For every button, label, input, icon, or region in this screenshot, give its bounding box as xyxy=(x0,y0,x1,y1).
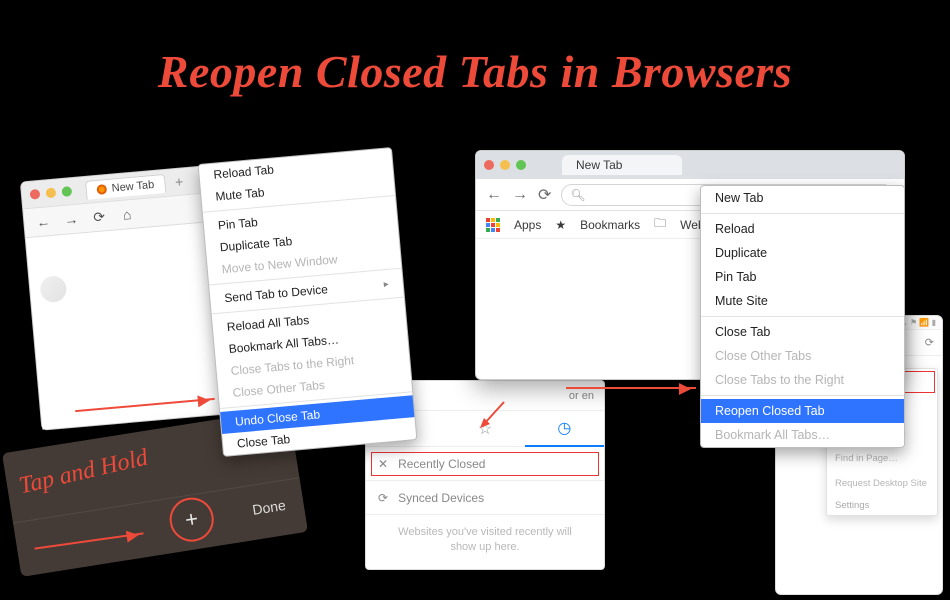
reload-icon[interactable]: ⟳ xyxy=(925,336,934,349)
synced-devices-label: Synced Devices xyxy=(398,491,484,505)
menu-pin-tab[interactable]: Pin Tab xyxy=(701,265,904,289)
star-icon: ★ xyxy=(555,218,566,232)
menu-reopen-closed-tab[interactable]: Reopen Closed Tab xyxy=(701,399,904,423)
sync-icon: ⟳ xyxy=(378,491,388,505)
search-icon: 🔍︎ xyxy=(570,188,585,202)
firefox-tab-label: New Tab xyxy=(111,178,154,194)
highlight-arrow-icon xyxy=(566,387,696,389)
menu-bookmark-all: Bookmark All Tabs… xyxy=(701,423,904,447)
menu-close-tab[interactable]: Close Tab xyxy=(701,320,904,344)
menu-mute-site[interactable]: Mute Site xyxy=(701,289,904,313)
window-minimize-icon[interactable] xyxy=(45,188,56,199)
menu-settings[interactable]: Settings xyxy=(827,496,937,515)
menu-find-in-page[interactable]: Find in Page… xyxy=(827,446,937,471)
bookmarks-label[interactable]: Bookmarks xyxy=(580,218,640,232)
folder-icon: 🗀 xyxy=(654,214,666,235)
page-title: Reopen Closed Tabs in Browsers xyxy=(0,45,950,98)
done-button[interactable]: Done xyxy=(251,496,287,517)
reload-icon[interactable]: ⟳ xyxy=(89,208,108,227)
window-zoom-icon[interactable] xyxy=(61,186,72,197)
chrome-tabstrip: New Tab xyxy=(476,151,904,179)
recently-closed-label: Recently Closed xyxy=(398,457,485,471)
history-clock-icon[interactable]: ◷ xyxy=(525,411,604,447)
recently-closed-row[interactable]: ✕ Recently Closed xyxy=(366,447,604,481)
synced-devices-row[interactable]: ⟳ Synced Devices xyxy=(366,481,604,515)
chrome-context-menu: New Tab Reload Duplicate Pin Tab Mute Si… xyxy=(700,185,905,448)
window-minimize-icon[interactable] xyxy=(500,160,510,170)
back-icon[interactable]: ← xyxy=(486,186,502,204)
window-close-icon[interactable] xyxy=(30,189,41,200)
menu-separator xyxy=(701,395,904,396)
highlight-arrow-icon xyxy=(476,398,508,430)
menu-separator xyxy=(701,213,904,214)
back-icon[interactable]: ← xyxy=(34,213,53,231)
forward-icon[interactable]: → xyxy=(62,211,81,229)
menu-reload[interactable]: Reload xyxy=(701,217,904,241)
apps-label[interactable]: Apps xyxy=(514,218,541,232)
empty-history-message: Websites you've visited recently will sh… xyxy=(366,515,604,565)
close-x-icon: ✕ xyxy=(378,457,388,471)
window-close-icon[interactable] xyxy=(484,160,494,170)
apps-grid-icon[interactable] xyxy=(486,218,500,232)
menu-request-desktop[interactable]: Request Desktop Site xyxy=(827,471,937,496)
home-icon[interactable]: ⌂ xyxy=(117,206,136,224)
new-tab-plus-icon[interactable]: + xyxy=(174,173,184,190)
chrome-tab[interactable]: New Tab xyxy=(562,155,682,175)
firefox-logo-icon xyxy=(39,275,67,303)
window-zoom-icon[interactable] xyxy=(516,160,526,170)
menu-duplicate[interactable]: Duplicate xyxy=(701,241,904,265)
menu-separator xyxy=(701,316,904,317)
firefox-context-menu: Reload Tab Mute Tab Pin Tab Duplicate Ta… xyxy=(198,147,418,457)
menu-close-other: Close Other Tabs xyxy=(701,344,904,368)
firefox-favicon-icon xyxy=(96,184,107,195)
reload-icon[interactable]: ⟳ xyxy=(538,185,551,205)
menu-close-right: Close Tabs to the Right xyxy=(701,368,904,392)
safari-header-hint: or en xyxy=(569,390,594,402)
firefox-tab[interactable]: New Tab xyxy=(85,173,166,199)
menu-new-tab[interactable]: New Tab xyxy=(701,186,904,210)
forward-icon[interactable]: → xyxy=(512,186,528,204)
